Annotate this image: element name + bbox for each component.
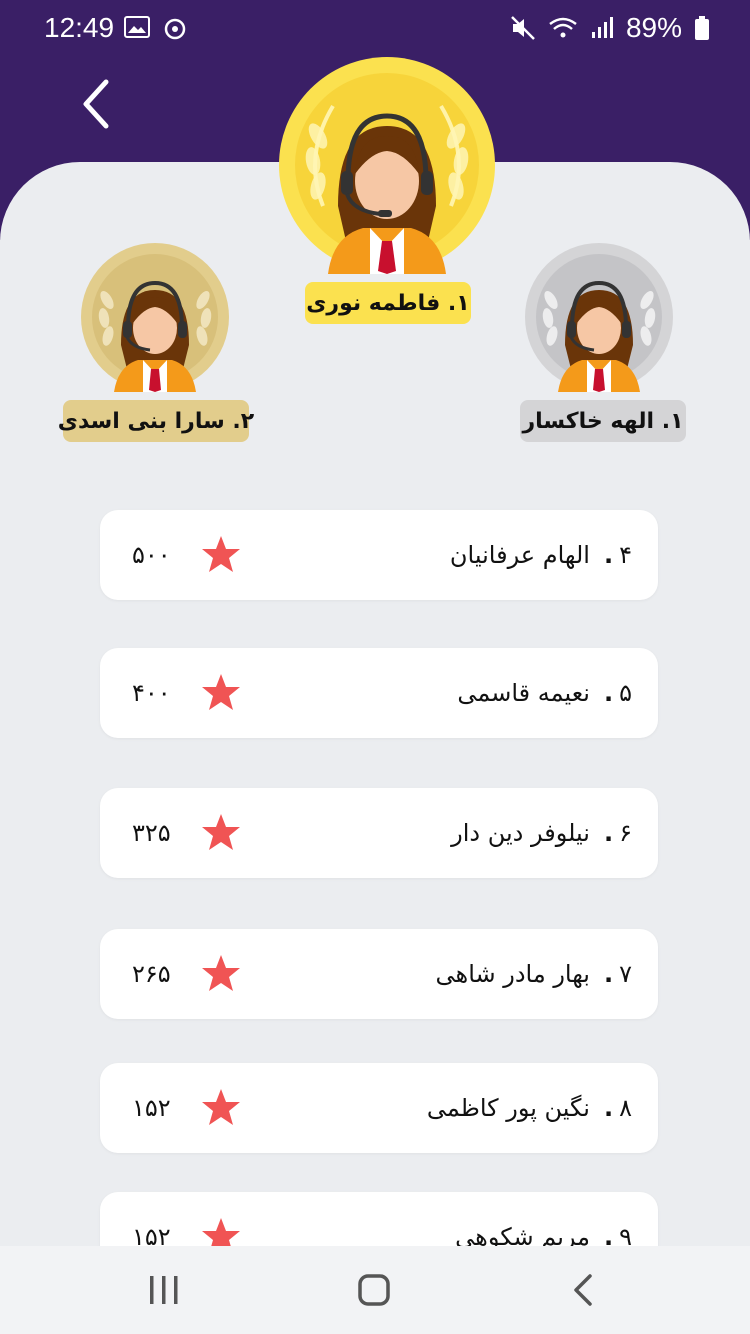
podium-first[interactable] [278, 56, 496, 274]
leaderboard-row[interactable]: ۸ . نگین پور کاظمی ۱۵۲ [100, 1063, 658, 1153]
row-score: ۳۲۵ [132, 819, 171, 847]
row-score: ۴۰۰ [132, 679, 171, 707]
row-rank: ۵ [619, 679, 632, 707]
back-icon[interactable] [556, 1264, 616, 1316]
status-bar: 12:49 89% [0, 0, 750, 58]
leaderboard-row[interactable]: ۴ . الهام عرفانیان ۵۰۰ [100, 510, 658, 600]
row-rank: ۸ [619, 1094, 632, 1122]
row-score: ۱۵۲ [132, 1094, 171, 1122]
image-icon [124, 16, 150, 38]
star-icon [202, 536, 240, 572]
gold-medal-avatar [279, 57, 495, 274]
home-icon[interactable] [344, 1264, 404, 1316]
status-time: 12:49 [44, 12, 115, 43]
podium-first-label: ۱. فاطمه نوری [305, 282, 471, 324]
silver-medal-avatar [525, 243, 673, 392]
bronze-medal-avatar [81, 243, 229, 392]
signal-icon [591, 17, 613, 38]
podium-second[interactable] [80, 242, 230, 392]
star-icon [202, 1089, 240, 1125]
row-name: نعیمه قاسمی [457, 679, 590, 707]
podium-third-label: ۱. الهه خاکسار [520, 400, 686, 442]
battery-percent: 89% [625, 12, 682, 43]
leaderboard-row[interactable]: ۶ . نیلوفر دین دار ۳۲۵ [100, 788, 658, 878]
back-chevron-icon[interactable] [72, 74, 132, 134]
mute-icon [511, 16, 535, 40]
row-score: ۲۶۵ [132, 960, 171, 988]
star-icon [202, 674, 240, 710]
row-rank: ۴ [619, 541, 632, 569]
row-name: بهار مادر شاهی [435, 960, 590, 988]
podium-third[interactable] [524, 242, 674, 392]
row-name: الهام عرفانیان [449, 541, 590, 569]
recent-apps-icon[interactable] [134, 1264, 194, 1316]
battery-icon [695, 16, 709, 40]
sync-icon [164, 18, 186, 40]
row-name: نگین پور کاظمی [426, 1094, 590, 1122]
leaderboard-row[interactable]: ۵ . نعیمه قاسمی ۴۰۰ [100, 648, 658, 738]
podium-second-label: ۲. سارا بنی اسدی [58, 400, 254, 442]
leaderboard-row[interactable]: ۷ . بهار مادر شاهی ۲۶۵ [100, 929, 658, 1019]
row-score: ۵۰۰ [132, 541, 171, 569]
system-nav-bar [0, 1246, 750, 1334]
row-rank: ۷ [619, 960, 632, 988]
row-name: نیلوفر دین دار [451, 819, 590, 847]
star-icon [202, 955, 240, 991]
star-icon [202, 814, 240, 850]
row-rank: ۶ [619, 819, 632, 847]
wifi-icon [549, 17, 577, 38]
